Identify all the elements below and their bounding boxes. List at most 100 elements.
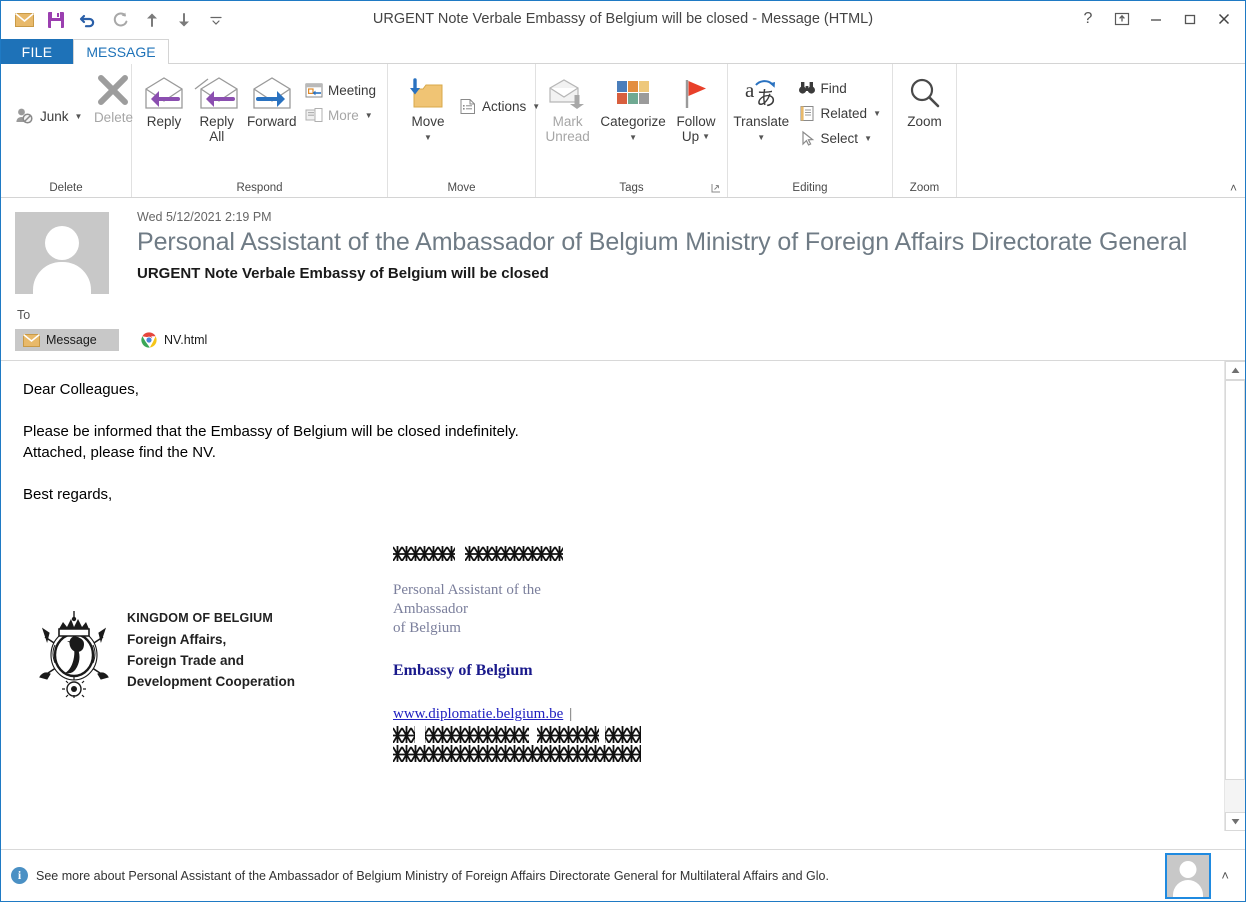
related-label: Related: [820, 105, 868, 121]
minimize-button[interactable]: [1139, 5, 1173, 33]
scrollbar-track-lower[interactable]: [1225, 780, 1245, 812]
tab-file[interactable]: FILE: [1, 39, 73, 64]
people-pane-info[interactable]: i See more about Personal Assistant of t…: [11, 867, 829, 884]
body-vertical-scrollbar[interactable]: [1224, 361, 1245, 831]
avatar-head: [1179, 860, 1197, 878]
quick-access-toolbar: [1, 6, 231, 34]
meeting-button[interactable]: Meeting: [300, 78, 381, 102]
previous-item-icon[interactable]: [137, 6, 167, 34]
categorize-icon: [613, 74, 653, 114]
chevron-down-icon[interactable]: ▼: [873, 109, 881, 118]
scroll-up-button[interactable]: [1225, 361, 1245, 380]
expand-people-pane-button[interactable]: ˄: [1221, 868, 1229, 883]
redo-icon[interactable]: [105, 6, 135, 34]
follow-up-button[interactable]: Follow Up ▼: [671, 72, 721, 146]
delete-icon: [96, 70, 130, 110]
belgium-logo-block: KINGDOM OF BELGIUM Foreign Affairs, Fore…: [23, 535, 393, 764]
collapse-ribbon-button[interactable]: ˄: [1230, 181, 1237, 195]
chevron-down-icon[interactable]: ▼: [757, 130, 765, 145]
message-sender: Personal Assistant of the Ambassador of …: [137, 228, 1188, 256]
more-icon: [305, 107, 323, 122]
attachment-tab-message[interactable]: Message: [15, 329, 119, 351]
find-label: Find: [820, 80, 847, 96]
message-body[interactable]: Dear Colleagues, Please be informed that…: [1, 361, 1224, 831]
chevron-down-icon[interactable]: ▼: [629, 130, 637, 145]
translate-button[interactable]: a あ Translate ▼: [730, 72, 793, 147]
reply-label: Reply: [146, 114, 182, 129]
reply-all-button[interactable]: Reply All: [190, 72, 243, 146]
signature-contact-redacted: [393, 726, 643, 764]
help-button[interactable]: ?: [1071, 5, 1105, 33]
next-item-icon[interactable]: [169, 6, 199, 34]
close-button[interactable]: [1207, 5, 1241, 33]
more-button[interactable]: More ▼: [300, 103, 381, 127]
actions-button[interactable]: Actions ▼: [454, 94, 545, 118]
body-paragraph-line2: Attached, please find the NV.: [23, 444, 216, 461]
scroll-down-button[interactable]: [1225, 812, 1245, 831]
reply-button[interactable]: Reply: [138, 72, 190, 131]
envelope-icon: [23, 333, 40, 347]
customize-qat-icon[interactable]: [201, 6, 231, 34]
forward-icon: [249, 74, 295, 114]
chevron-down-icon[interactable]: ▼: [702, 129, 710, 144]
ribbon-tab-bar: FILE MESSAGE: [1, 39, 1245, 64]
undo-icon[interactable]: [73, 6, 103, 34]
chrome-icon: [141, 332, 157, 348]
avatar-head: [45, 226, 79, 260]
chevron-down-icon[interactable]: ▼: [864, 134, 872, 143]
title-bar: URGENT Note Verbale Embassy of Belgium w…: [1, 1, 1245, 39]
mark-unread-label-line2: Unread: [545, 129, 590, 144]
attachment-file-name: NV.html: [164, 333, 208, 347]
scrollbar-track[interactable]: [1225, 380, 1245, 812]
signature-role-line1: Personal Assistant of the: [393, 582, 541, 598]
chevron-down-icon[interactable]: ▼: [365, 111, 373, 120]
more-label: More: [327, 107, 359, 123]
maximize-button[interactable]: [1173, 5, 1207, 33]
recipient-to-label[interactable]: To: [15, 308, 1231, 322]
mark-unread-icon: [547, 74, 589, 114]
avatar-body: [33, 262, 91, 294]
belgium-coat-of-arms-icon: [39, 610, 109, 698]
zoom-label: Zoom: [907, 114, 942, 129]
chevron-down-icon[interactable]: ▼: [75, 112, 83, 121]
ribbon-display-options-button[interactable]: [1105, 5, 1139, 33]
scrollbar-thumb[interactable]: [1225, 380, 1245, 780]
signature-website-link[interactable]: www.diplomatie.belgium.be: [393, 706, 563, 722]
forward-label: Forward: [246, 114, 297, 129]
body-greeting: Dear Colleagues,: [23, 381, 139, 398]
tab-message[interactable]: MESSAGE: [73, 39, 169, 64]
mark-unread-button[interactable]: Mark Unread: [540, 72, 595, 146]
email-signature: KINGDOM OF BELGIUM Foreign Affairs, Fore…: [23, 535, 1202, 764]
attachment-item[interactable]: NV.html: [133, 328, 215, 352]
zoom-button[interactable]: Zoom: [899, 72, 951, 131]
signature-role-line2: Ambassador: [393, 601, 468, 617]
avatar-body: [1173, 879, 1204, 897]
ribbon-group-tags: Mark Unread Categorize ▼ Follow Up ▼ Tag…: [536, 64, 728, 197]
move-button[interactable]: Move ▼: [402, 72, 454, 147]
categorize-button[interactable]: Categorize ▼: [595, 72, 671, 147]
select-button[interactable]: Select ▼: [793, 126, 886, 150]
junk-button[interactable]: Junk ▼: [7, 104, 87, 128]
mail-icon[interactable]: [9, 6, 39, 34]
related-button[interactable]: Related ▼: [793, 101, 886, 125]
body-closing: Best regards,: [23, 486, 113, 503]
logo-line-1: KINGDOM OF BELGIUM: [127, 610, 273, 625]
find-button[interactable]: Find: [793, 76, 886, 100]
signature-role-line3: of Belgium: [393, 620, 461, 636]
logo-line-2: Foreign Affairs,: [127, 631, 227, 647]
flag-icon: [679, 74, 713, 114]
chevron-down-icon[interactable]: ▼: [424, 130, 432, 145]
group-label-tags: Tags: [619, 182, 644, 194]
save-icon[interactable]: [41, 6, 71, 34]
people-pane-avatar[interactable]: [1165, 852, 1212, 899]
group-label-delete: Delete: [49, 182, 83, 194]
group-label-move: Move: [447, 182, 476, 194]
actions-icon: [460, 98, 475, 114]
message-subject: URGENT Note Verbale Embassy of Belgium w…: [137, 265, 549, 282]
meeting-icon: [305, 83, 323, 97]
tags-dialog-launcher[interactable]: [711, 183, 721, 195]
logo-line-4: Development Cooperation: [127, 673, 296, 689]
signature-name-redacted: [393, 545, 643, 563]
forward-button[interactable]: Forward: [243, 72, 300, 131]
reply-all-label-line2: All: [209, 129, 225, 144]
